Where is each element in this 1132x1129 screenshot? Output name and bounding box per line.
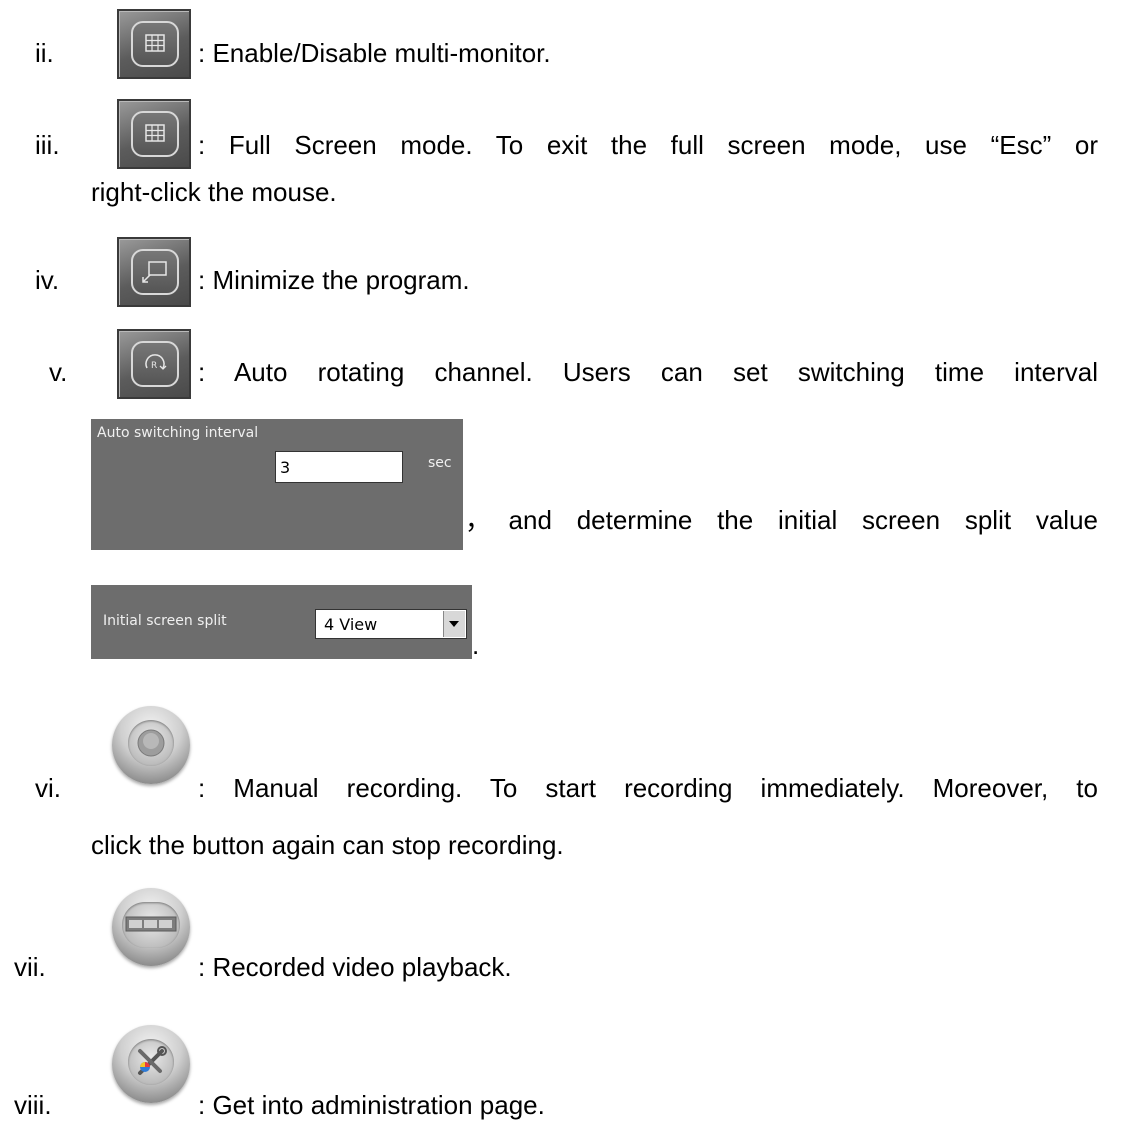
manual-record-button[interactable] <box>112 706 190 784</box>
item-number-vi: vi. <box>35 773 61 803</box>
initial-screen-split-label: Initial screen split <box>103 613 227 629</box>
item-text-iv: : Minimize the program. <box>198 265 470 295</box>
screen-split-select[interactable]: 4 View <box>315 609 467 639</box>
record-icon <box>137 729 165 757</box>
screen-split-selected-value: 4 View <box>324 615 378 634</box>
full-screen-button[interactable] <box>117 99 191 169</box>
item-number-v: v. <box>49 357 68 387</box>
auto-switching-interval-panel: Auto switching interval sec <box>91 419 463 550</box>
playback-icon <box>125 916 177 932</box>
item-text-vi: : Manual recording. To start recording i… <box>198 773 1098 803</box>
after-interval-text: ，and determine the initial screen split … <box>465 505 1098 535</box>
item-number-iii: iii. <box>35 130 60 160</box>
item-text-vi-continued: click the button again can stop recordin… <box>91 830 564 860</box>
administration-button[interactable] <box>112 1025 190 1103</box>
multi-monitor-button[interactable] <box>117 9 191 79</box>
interval-unit-label: sec <box>428 455 452 471</box>
item-number-viii: viii. <box>14 1090 52 1120</box>
svg-text:R: R <box>151 361 157 371</box>
full-screen-icon <box>145 124 165 142</box>
playback-button[interactable] <box>112 888 190 966</box>
item-number-vii: vii. <box>14 952 46 982</box>
item-text-vii: : Recorded video playback. <box>198 952 512 982</box>
initial-screen-split-panel: Initial screen split 4 View <box>91 585 472 659</box>
item-text-iii-continued: right-click the mouse. <box>91 177 337 207</box>
auto-rotate-button[interactable]: R <box>117 329 191 399</box>
minimize-icon <box>142 261 167 283</box>
item-text-ii: : Enable/Disable multi-monitor. <box>198 38 551 68</box>
auto-rotate-icon: R <box>145 354 167 371</box>
multi-monitor-icon <box>145 34 165 52</box>
minimize-button[interactable] <box>117 237 191 307</box>
item-text-iii: : Full Screen mode. To exit the full scr… <box>198 130 1098 160</box>
item-number-iv: iv. <box>35 265 60 295</box>
auto-switching-interval-label: Auto switching interval <box>97 425 259 441</box>
item-text-viii: : Get into administration page. <box>198 1090 545 1120</box>
dropdown-arrow[interactable] <box>443 611 465 637</box>
item-text-v: : Auto rotating channel. Users can set s… <box>198 357 1098 387</box>
admin-tools-icon <box>138 1046 167 1075</box>
interval-seconds-input[interactable] <box>275 451 403 483</box>
chevron-down-icon <box>449 621 459 627</box>
after-split-text: . <box>472 630 480 660</box>
item-number-ii: ii. <box>35 38 54 68</box>
